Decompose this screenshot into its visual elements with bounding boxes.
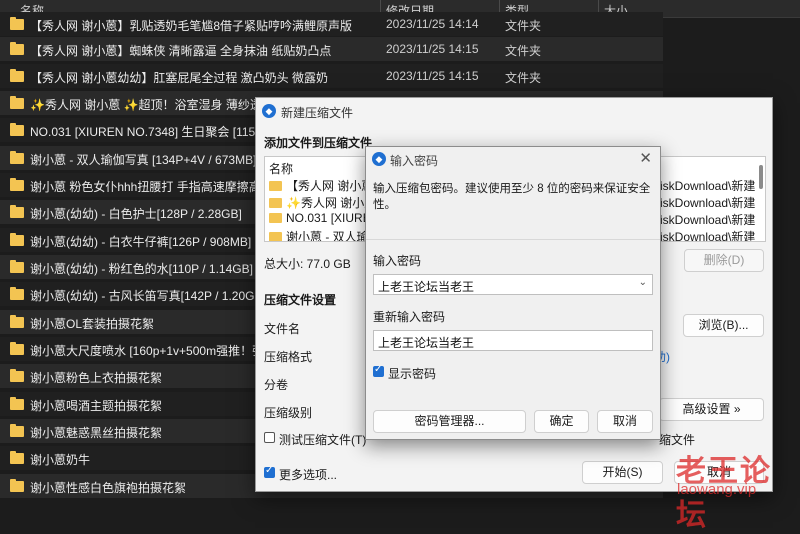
folder-icon xyxy=(10,123,24,136)
password-dialog-title: 输入密码 xyxy=(390,154,439,168)
item-path: iskDownload\新建 xyxy=(660,179,756,193)
password-description: 输入压缩包密码。建议使用至少 8 位的密码来保证安全性。 xyxy=(373,183,651,211)
folder-icon xyxy=(10,69,24,82)
filename-label: 文件名 xyxy=(264,322,301,336)
file-type: 文件夹 xyxy=(505,71,542,85)
show-password-checkbox[interactable] xyxy=(373,364,384,377)
password-dialog: ◆ 输入密码 ✕ 输入压缩包密码。建议使用至少 8 位的密码来保证安全性。 输入… xyxy=(365,146,661,440)
dialog-title: 新建压缩文件 xyxy=(281,106,354,120)
show-password-label[interactable]: 显示密码 xyxy=(388,365,436,382)
folder-icon xyxy=(269,181,282,191)
listbox-scrollbar[interactable] xyxy=(759,165,763,189)
add-files-section-title: 添加文件到压缩文件 xyxy=(264,136,373,150)
split-label: 分卷 xyxy=(264,378,289,392)
folder-icon xyxy=(10,233,24,246)
file-type: 文件夹 xyxy=(505,44,542,58)
file-name: 谢小蒽(幼幼) - 白衣牛仔裤[126P / 908MB] xyxy=(30,235,252,249)
test-archive-label[interactable]: 测试压缩文件(T) xyxy=(279,431,366,448)
file-name: 谢小蒽魅惑黑丝拍摄花絮 xyxy=(30,426,163,440)
folder-icon xyxy=(269,213,282,223)
password-combo[interactable]: 上老王论坛当老王 ⌄ xyxy=(373,274,653,295)
listbox-column-name[interactable]: 名称 xyxy=(269,160,293,177)
reenter-password-label: 重新输入密码 xyxy=(373,310,446,324)
reenter-password-value: 上老王论坛当老王 xyxy=(378,336,475,350)
advanced-settings-button[interactable]: 高级设置 » xyxy=(659,398,764,421)
file-row[interactable]: 【秀人网 谢小蒽幼幼】肛塞屁尾全过程 激凸奶头 微露奶 2023/11/25 1… xyxy=(0,64,663,88)
folder-icon xyxy=(10,479,24,492)
folder-icon xyxy=(10,178,24,191)
folder-icon xyxy=(10,17,24,30)
password-label: 输入密码 xyxy=(373,254,422,268)
ok-button[interactable]: 确定 xyxy=(534,410,589,433)
test-archive-checkbox[interactable] xyxy=(264,432,275,443)
folder-icon xyxy=(269,198,282,208)
close-icon[interactable]: ✕ xyxy=(639,149,652,167)
file-name: 谢小蒽(幼幼) - 白色护士[128P / 2.28GB] xyxy=(30,207,242,221)
file-name: NO.031 [XIUREN NO.7348] 生日聚会 [115P+4V] xyxy=(30,125,289,139)
file-name: 【秀人网 谢小蒽】乳贴透奶毛笔尴8借子紧贴哼吟满鲤原声版 xyxy=(30,19,353,33)
app-logo-icon: ◆ xyxy=(262,104,276,118)
app-logo-icon: ◆ xyxy=(372,152,386,166)
item-path: iskDownload\新建 xyxy=(660,213,756,227)
file-date: 2023/11/25 14:15 xyxy=(386,69,479,83)
folder-icon xyxy=(10,96,24,109)
format-label: 压缩格式 xyxy=(264,350,313,364)
browse-button[interactable]: 浏览(B)... xyxy=(683,314,764,337)
dialog-divider xyxy=(366,239,660,240)
more-options-checkbox[interactable] xyxy=(264,465,275,478)
delete-button[interactable]: 删除(D) xyxy=(684,249,764,272)
file-name: 谢小蒽奶牛 xyxy=(30,453,91,467)
dialog-titlebar[interactable]: ◆ 新建压缩文件 xyxy=(256,98,772,124)
file-name: 谢小蒽(幼幼) - 古风长笛写真[142P / 1.20GB] xyxy=(30,289,266,303)
level-label: 压缩级别 xyxy=(264,406,313,420)
folder-icon xyxy=(10,260,24,273)
password-cancel-button[interactable]: 取消 xyxy=(597,410,653,433)
start-button[interactable]: 开始(S) xyxy=(582,461,663,484)
folder-icon xyxy=(10,42,24,55)
folder-icon xyxy=(10,151,24,164)
file-name: 谢小蒽性感白色旗袍拍摄花絮 xyxy=(30,481,187,495)
chevron-down-icon[interactable]: ⌄ xyxy=(639,277,647,288)
file-name: 【秀人网 谢小蒽】蜘蛛侠 清晰露逼 全身抹油 纸贴奶凸点 xyxy=(30,44,332,58)
file-date: 2023/11/25 14:14 xyxy=(386,17,479,31)
password-manager-button[interactable]: 密码管理器... xyxy=(373,410,526,433)
file-name: 谢小蒽大尺度喷水 [160p+1v+500m强推！强推！ xyxy=(30,344,289,358)
file-name: 谢小蒽OL套装拍摄花絮 xyxy=(30,317,155,331)
folder-icon xyxy=(10,369,24,382)
file-row[interactable]: 【秀人网 谢小蒽】蜘蛛侠 清晰露逼 全身抹油 纸贴奶凸点 2023/11/25 … xyxy=(0,37,663,61)
folder-icon xyxy=(10,424,24,437)
file-name: 谢小蒽(幼幼) - 粉红色的水[110P / 1.14GB] xyxy=(30,262,253,276)
listbox-item[interactable]: 谢小蒽 - 双人瑜 xyxy=(269,228,369,242)
password-value: 上老王论坛当老王 xyxy=(378,280,475,294)
settings-section-title: 压缩文件设置 xyxy=(264,293,337,307)
total-size-label: 总大小: 77.0 GB xyxy=(264,257,351,271)
folder-icon xyxy=(10,451,24,464)
file-date: 2023/11/25 14:15 xyxy=(386,42,479,56)
file-row[interactable]: 【秀人网 谢小蒽】乳贴透奶毛笔尴8借子紧贴哼吟满鲤原声版 2023/11/25 … xyxy=(0,12,663,36)
file-name: 【秀人网 谢小蒽幼幼】肛塞屁尾全过程 激凸奶头 微露奶 xyxy=(30,71,329,85)
more-options-label[interactable]: 更多选项... xyxy=(279,466,337,483)
item-path: iskDownload\新建 xyxy=(660,196,756,210)
reenter-password-field[interactable]: 上老王论坛当老王 xyxy=(373,330,653,351)
watermark-url: laowang.vip xyxy=(677,481,757,498)
folder-icon xyxy=(269,232,282,241)
file-name: 谢小蒽粉色上衣拍摄花絮 xyxy=(30,371,163,385)
folder-icon xyxy=(10,342,24,355)
item-path: iskDownload\新建 xyxy=(660,230,756,242)
folder-icon xyxy=(10,205,24,218)
file-name: 谢小蒽喝酒主题拍摄花絮 xyxy=(30,399,163,413)
file-name: 谢小蒽 - 双人瑜伽写真 [134P+4V / 673MB] xyxy=(30,153,257,167)
folder-icon xyxy=(10,287,24,300)
folder-icon xyxy=(10,315,24,328)
item-name: 谢小蒽 - 双人瑜 xyxy=(286,230,369,242)
file-type: 文件夹 xyxy=(505,19,542,33)
folder-icon xyxy=(10,397,24,410)
